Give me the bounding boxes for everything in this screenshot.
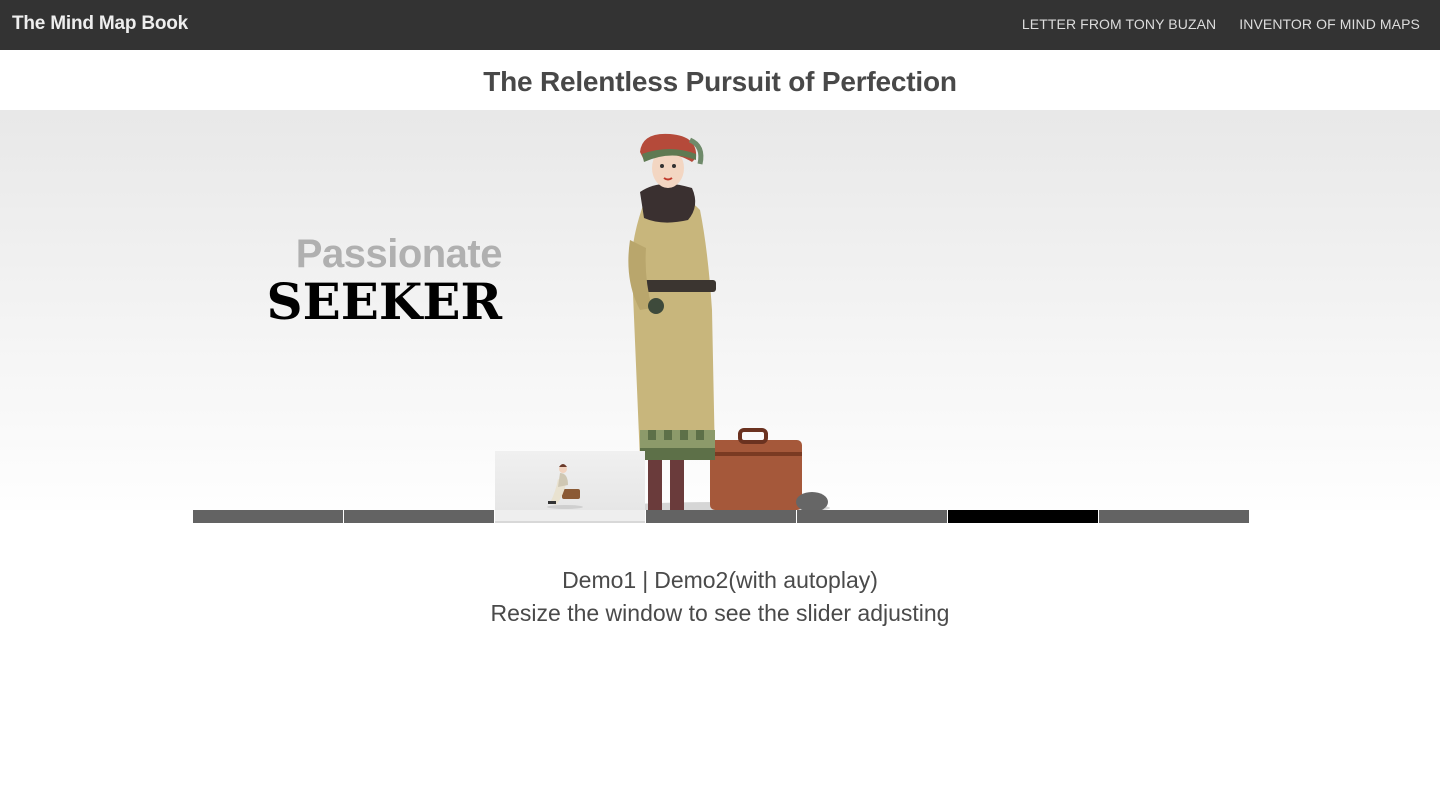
demo-separator: | — [642, 567, 649, 593]
nav-links: LETTER FROM TONY BUZAN INVENTOR OF MIND … — [1022, 16, 1420, 32]
slider-tab-3[interactable] — [495, 510, 645, 523]
nav-link-letter[interactable]: LETTER FROM TONY BUZAN — [1022, 16, 1216, 32]
demo1-link[interactable]: Demo1 — [562, 567, 636, 593]
resize-note: Resize the window to see the slider adju… — [490, 600, 950, 626]
top-navbar: The Mind Map Book LETTER FROM TONY BUZAN… — [0, 0, 1440, 50]
slide-caption: Passionate SEEKER — [266, 232, 503, 331]
slider-tab-2[interactable] — [344, 510, 494, 523]
slider-stage[interactable]: Passionate SEEKER — [0, 110, 1440, 510]
demo-links: Demo1 | Demo2(with autoplay) — [0, 566, 1440, 594]
caption-passionate: Passionate — [295, 232, 503, 276]
seated-figure-thumbnail — [547, 464, 583, 509]
slider-tab-7[interactable] — [1099, 510, 1249, 523]
slider-tab-4[interactable] — [646, 510, 796, 523]
slider-tab-bar — [193, 510, 1249, 523]
demo2-link[interactable]: Demo2(with autoplay) — [654, 567, 878, 593]
slider-tab-5[interactable] — [797, 510, 947, 523]
brand-link[interactable]: The Mind Map Book — [12, 13, 188, 35]
slider-tab-1[interactable] — [193, 510, 343, 523]
page-title: The Relentless Pursuit of Perfection — [483, 66, 957, 97]
slider-tab-6[interactable] — [948, 510, 1098, 523]
nav-link-inventor[interactable]: INVENTOR OF MIND MAPS — [1239, 16, 1420, 32]
caption-seeker: SEEKER — [266, 272, 502, 331]
slide-thumbnail-preview — [495, 451, 645, 510]
